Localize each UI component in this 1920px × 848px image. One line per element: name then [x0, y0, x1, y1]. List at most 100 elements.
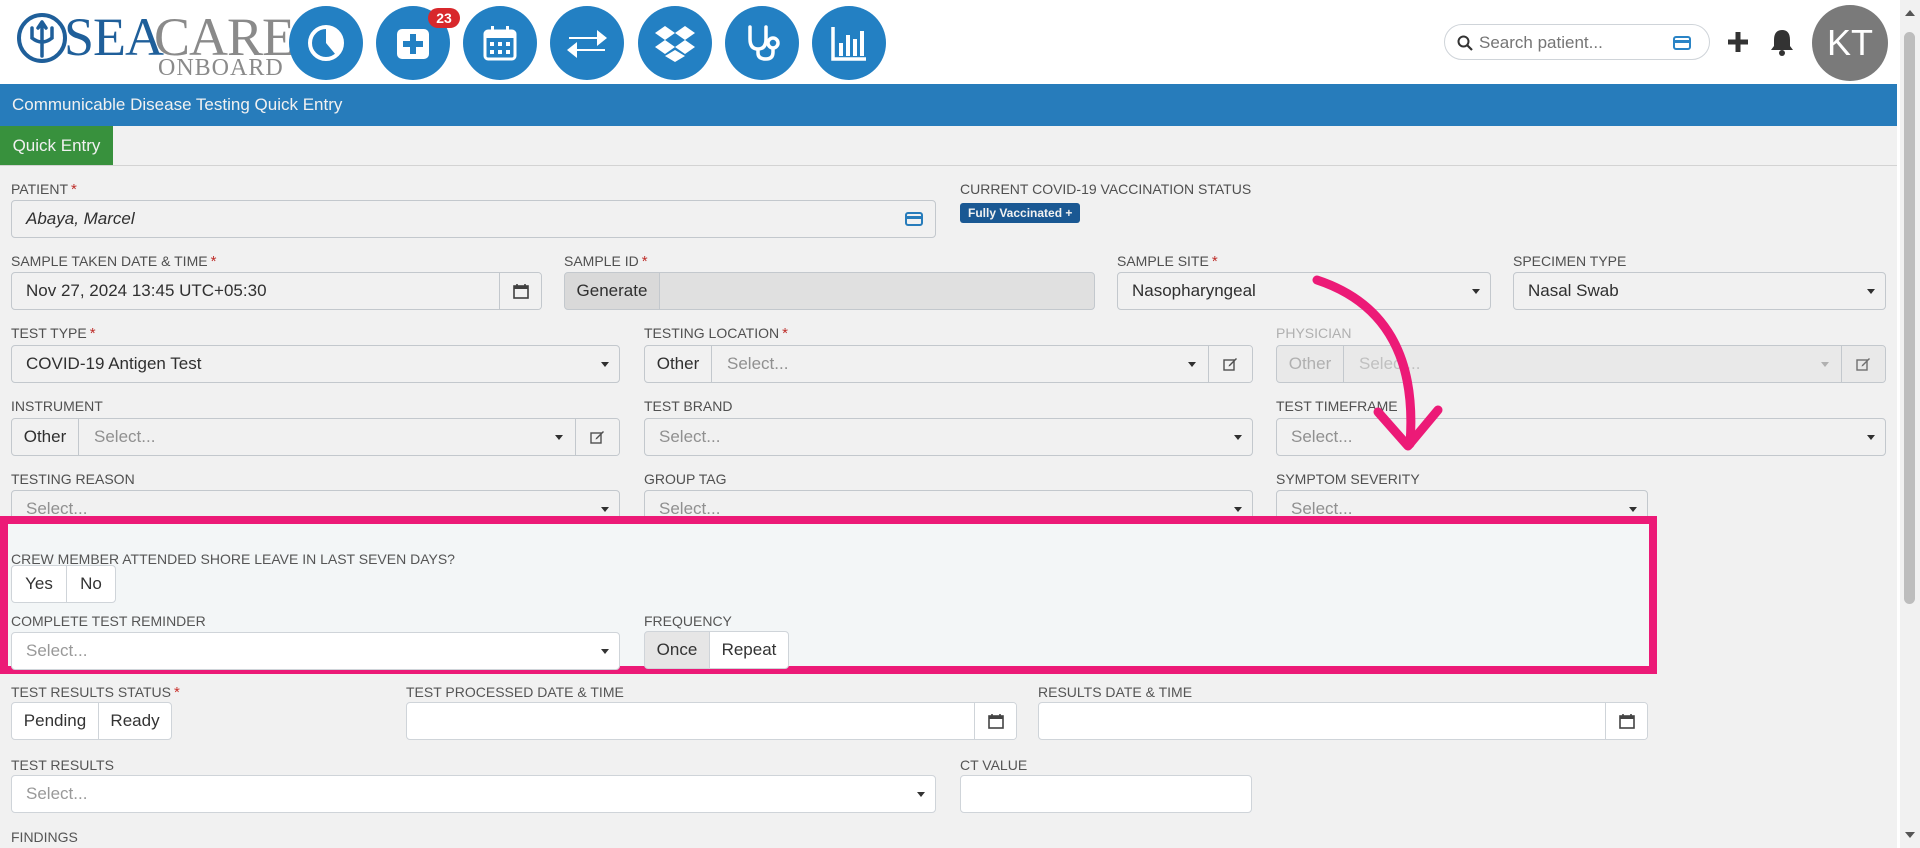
id-card-icon[interactable]: [905, 212, 923, 226]
chevron-down-icon: [1234, 507, 1242, 512]
tab-quick-entry[interactable]: Quick Entry: [0, 126, 113, 166]
test-results-select[interactable]: Select...: [11, 775, 936, 813]
date-picker-button[interactable]: [1605, 703, 1647, 739]
shore-leave-no-button[interactable]: No: [66, 565, 116, 603]
instrument-label: INSTRUMENT: [11, 398, 103, 414]
annotation-arrow-icon: [1312, 275, 1443, 451]
calendar-icon: [988, 714, 1004, 729]
scroll-down-icon[interactable]: [1905, 832, 1915, 838]
chevron-down-icon: [1472, 289, 1480, 294]
chevron-down-icon: [601, 649, 609, 654]
test-reminder-label: COMPLETE TEST REMINDER: [11, 613, 206, 629]
results-status-label: TEST RESULTS STATUS *: [11, 684, 180, 701]
chevron-down-icon: [917, 792, 925, 797]
id-card-icon[interactable]: [1673, 36, 1691, 50]
findings-label: FINDINGS: [11, 829, 78, 845]
chevron-down-icon: [1629, 507, 1637, 512]
frequency-once-button[interactable]: Once: [644, 631, 710, 669]
processed-datetime-field[interactable]: [406, 702, 1017, 740]
instrument-other-button[interactable]: Other: [12, 419, 79, 455]
tab-divider: [0, 165, 1897, 166]
ct-value-input[interactable]: [960, 775, 1252, 813]
results-datetime-label: RESULTS DATE & TIME: [1038, 684, 1193, 700]
group-tag-label: GROUP TAG: [644, 471, 727, 487]
test-results-label: TEST RESULTS: [11, 757, 114, 773]
bar-chart-icon: [831, 27, 866, 61]
edit-icon: [1223, 358, 1237, 371]
vaccination-status-label: CURRENT COVID-19 VACCINATION STATUS: [960, 181, 1252, 197]
chevron-down-icon: [601, 362, 609, 367]
user-avatar[interactable]: KT: [1812, 5, 1888, 81]
calendar-button[interactable]: [463, 6, 537, 80]
test-reminder-select[interactable]: Select...: [11, 632, 620, 670]
dropbox-icon: [655, 26, 695, 62]
chevron-down-icon: [1234, 435, 1242, 440]
results-datetime-field[interactable]: [1038, 702, 1648, 740]
results-ready-button[interactable]: Ready: [98, 702, 172, 740]
date-picker-button[interactable]: [499, 273, 541, 309]
testing-location-other-button[interactable]: Other: [645, 346, 712, 382]
scroll-up-icon[interactable]: [1905, 10, 1915, 16]
medical-exam-button[interactable]: [725, 6, 799, 80]
chevron-down-icon: [1867, 435, 1875, 440]
calendar-icon: [1619, 714, 1635, 729]
edit-icon: [590, 431, 604, 444]
chevron-down-icon: [601, 507, 609, 512]
notification-count-badge: 23: [428, 8, 460, 28]
processed-datetime-label: TEST PROCESSED DATE & TIME: [406, 684, 624, 700]
test-brand-select[interactable]: Select...: [644, 418, 1253, 456]
pie-chart-icon: [308, 25, 344, 61]
calendar-icon: [483, 26, 517, 61]
reports-button[interactable]: [812, 6, 886, 80]
frequency-repeat-button[interactable]: Repeat: [709, 631, 789, 669]
specimen-type-select[interactable]: Nasal Swab: [1513, 272, 1886, 310]
ct-value-label: CT VALUE: [960, 757, 1028, 773]
test-type-select[interactable]: COVID-19 Antigen Test: [11, 345, 620, 383]
testing-location-label: TESTING LOCATION *: [644, 325, 788, 342]
logo-text-onboard: ONBOARD: [158, 55, 284, 81]
testing-location-select[interactable]: Other Select...: [644, 345, 1253, 383]
bell-icon[interactable]: [1769, 28, 1795, 56]
chevron-down-icon: [555, 435, 563, 440]
shore-leave-yes-button[interactable]: Yes: [11, 565, 67, 603]
sample-id-label: SAMPLE ID *: [564, 253, 648, 270]
patient-label: PATIENT *: [11, 181, 77, 198]
sample-id-field: Generate: [564, 272, 1095, 310]
generate-sample-id-button[interactable]: Generate: [565, 273, 660, 309]
logo-text-sea: SEA: [64, 7, 164, 67]
frequency-label: FREQUENCY: [644, 613, 732, 629]
scrollbar-thumb[interactable]: [1904, 32, 1915, 604]
date-picker-button[interactable]: [974, 703, 1016, 739]
symptom-severity-label: SYMPTOM SEVERITY: [1276, 471, 1420, 487]
page-title: Communicable Disease Testing Quick Entry: [0, 84, 1897, 126]
instrument-select[interactable]: Other Select...: [11, 418, 620, 456]
add-icon[interactable]: [1726, 30, 1750, 54]
edit-icon: [1856, 358, 1870, 371]
dashboard-button[interactable]: [289, 6, 363, 80]
transfer-icon: [567, 30, 607, 58]
results-pending-button[interactable]: Pending: [11, 702, 99, 740]
stethoscope-icon: [748, 25, 780, 61]
edit-instrument-button[interactable]: [575, 419, 619, 455]
sample-site-label: SAMPLE SITE *: [1117, 253, 1218, 270]
calendar-icon: [513, 284, 529, 299]
search-icon: [1457, 35, 1473, 51]
chevron-down-icon: [1188, 362, 1196, 367]
vaccination-status-badge[interactable]: Fully Vaccinated +: [960, 203, 1081, 223]
chevron-down-icon: [1821, 362, 1829, 367]
edit-physician-button: [1841, 346, 1885, 382]
search-input[interactable]: [1479, 31, 1669, 55]
dropbox-button[interactable]: [638, 6, 712, 80]
test-brand-label: TEST BRAND: [644, 398, 733, 414]
seacare-logo[interactable]: SEA CARE ONBOARD: [14, 7, 295, 80]
test-type-label: TEST TYPE *: [11, 325, 96, 342]
trident-icon: [17, 13, 67, 63]
medical-plus-icon: [397, 29, 429, 59]
patient-search[interactable]: [1444, 24, 1710, 60]
specimen-type-label: SPECIMEN TYPE: [1513, 253, 1627, 269]
sample-datetime-field[interactable]: Nov 27, 2024 13:45 UTC+05:30: [11, 272, 542, 310]
highlighted-section: CREW MEMBER ATTENDED SHORE LEAVE IN LAST…: [0, 516, 1657, 674]
patient-field[interactable]: Abaya, Marcel: [11, 200, 936, 238]
transfer-button[interactable]: [550, 6, 624, 80]
edit-location-button[interactable]: [1208, 346, 1252, 382]
